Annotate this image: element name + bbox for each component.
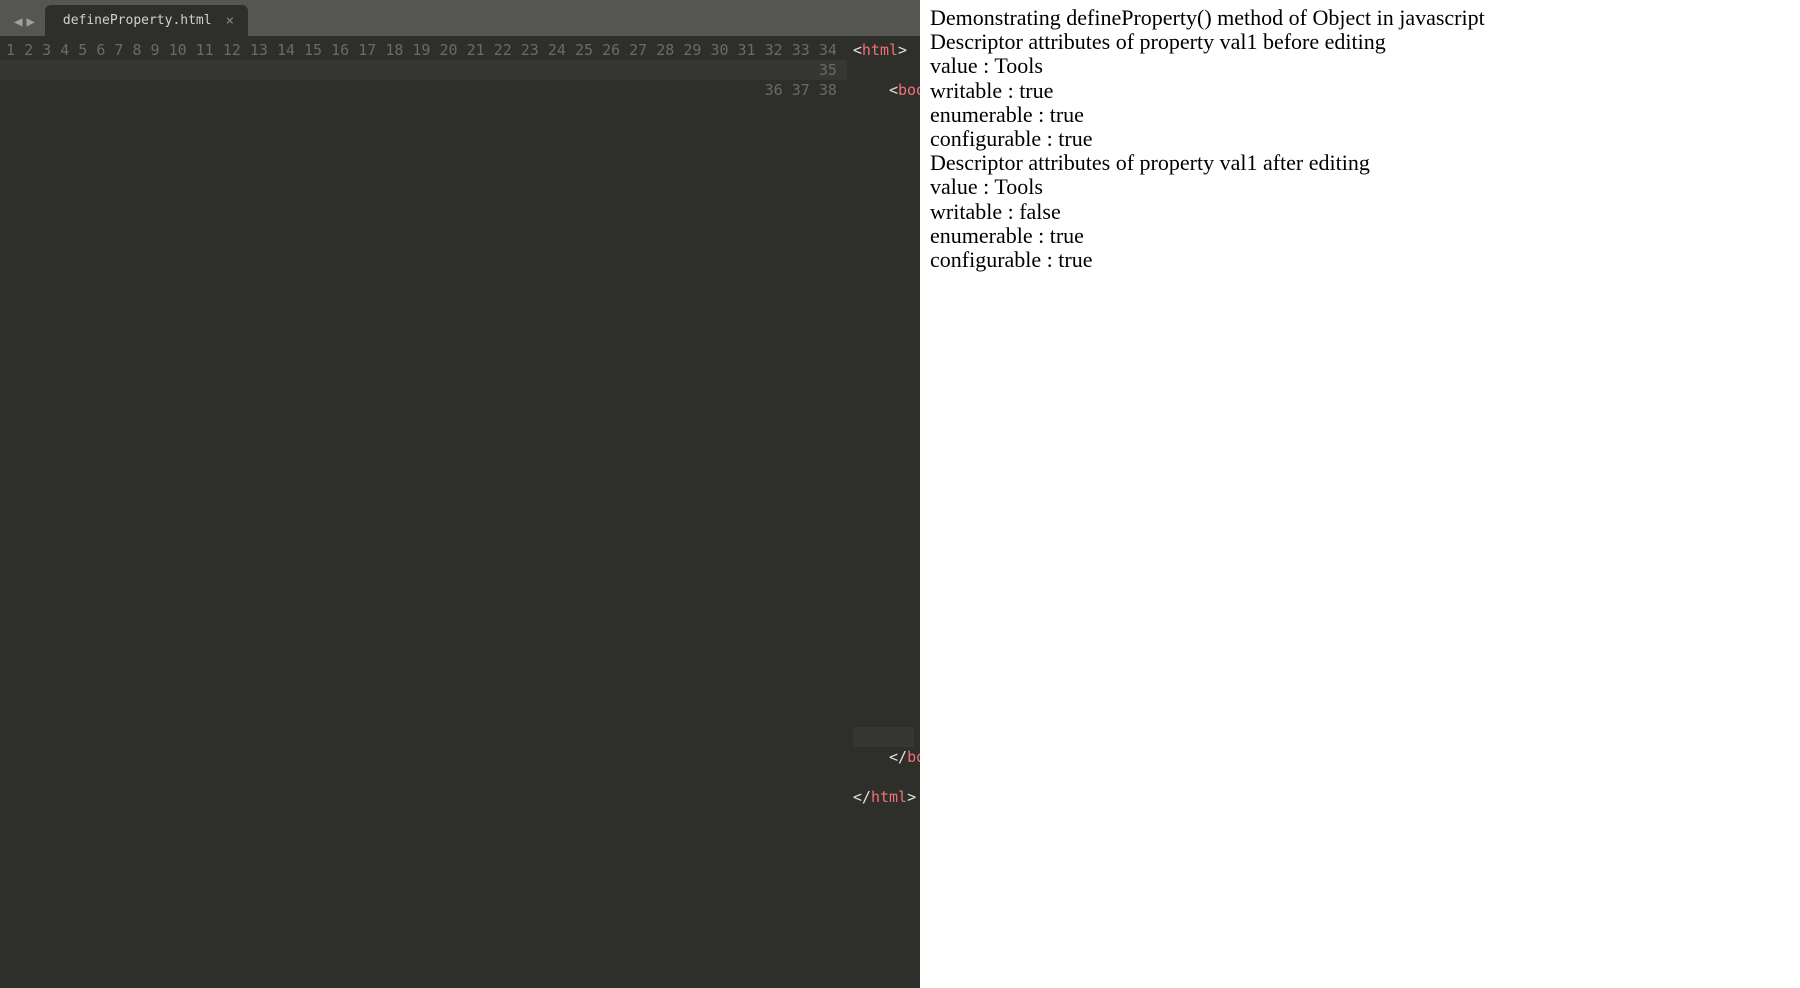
- line-number: 1: [6, 41, 15, 59]
- code-line: }: [853, 464, 914, 484]
- line-number: 31: [738, 41, 756, 59]
- line-number: 36: [765, 81, 783, 99]
- code-line: objectName.val2 = "QA";: [853, 181, 914, 201]
- line-number: 22: [494, 41, 512, 59]
- line-number: 3: [42, 41, 51, 59]
- line-number: 34: [819, 41, 837, 59]
- line-number: 24: [548, 41, 566, 59]
- code-line: <html>: [853, 40, 914, 60]
- code-line: for( index in descriptions): [853, 404, 914, 424]
- code-line: document.write("Descriptor attributes of…: [853, 606, 914, 626]
- line-number: 13: [250, 41, 268, 59]
- code-line: </body>: [853, 747, 914, 767]
- line-number: 19: [412, 41, 430, 59]
- code-line: }: [853, 303, 914, 323]
- line-number: 14: [277, 41, 295, 59]
- output-line: enumerable : true: [930, 224, 1790, 248]
- code-line: {: [853, 646, 914, 666]
- code-line: [853, 323, 914, 343]
- code-line: Demonstrating defineProperty() method of…: [853, 101, 914, 121]
- line-number: 28: [656, 41, 674, 59]
- code-line: document.write(index + " : " + descripti…: [853, 444, 914, 464]
- output-line: configurable : true: [930, 248, 1790, 272]
- output-line: configurable : true: [930, 127, 1790, 151]
- code-line: [853, 585, 914, 605]
- line-number: 33: [792, 41, 810, 59]
- code-line: [853, 545, 914, 565]
- code-line: }: [853, 686, 914, 706]
- line-number: 5: [78, 41, 87, 59]
- output-line: enumerable : true: [930, 103, 1790, 127]
- line-number: 26: [602, 41, 620, 59]
- line-number: 25: [575, 41, 593, 59]
- code-line: var objectName = new Object();: [853, 141, 914, 161]
- code-line: {: [853, 424, 914, 444]
- line-number: 10: [169, 41, 187, 59]
- line-number: 23: [521, 41, 539, 59]
- line-number: 4: [60, 41, 69, 59]
- output-line: Demonstrating defineProperty() method of…: [930, 6, 1790, 30]
- line-number: 20: [440, 41, 458, 59]
- line-number: 9: [151, 41, 160, 59]
- line-number: 6: [96, 41, 105, 59]
- line-number: 18: [385, 41, 403, 59]
- line-number: 37: [792, 81, 810, 99]
- line-gutter: 1 2 3 4 5 6 7 8 9 10 11 12 13 14 15 16 1…: [0, 36, 847, 988]
- code-line: [853, 222, 914, 242]
- code-line: return this.val1 + " " + this.val2 + " "…: [853, 282, 914, 302]
- output-line: value : Tools: [930, 175, 1790, 199]
- output-line: Descriptor attributes of property val1 b…: [930, 30, 1790, 54]
- code-line: </html>: [853, 787, 914, 807]
- code-editor-pane: ◀ ▶ defineProperty.html × 1 2 3 4 5 6 7 …: [0, 0, 920, 988]
- code-line: {: [853, 262, 914, 282]
- code-line: objectName.val1 = "Tools";: [853, 161, 914, 181]
- code-line: for( index in descriptions): [853, 626, 914, 646]
- line-number: 21: [467, 41, 485, 59]
- line-number: 27: [629, 41, 647, 59]
- code-line: <script type="text/javascript">: [853, 121, 914, 141]
- code-line: [853, 484, 914, 504]
- tab-bar: ◀ ▶ defineProperty.html ×: [0, 0, 920, 36]
- line-number: 11: [196, 41, 214, 59]
- line-number: 29: [683, 41, 701, 59]
- code-line: </script>: [853, 727, 914, 747]
- line-number: 15: [304, 41, 322, 59]
- code-line: var descriptions = Object.getOwnProperty…: [853, 565, 914, 585]
- line-number: 12: [223, 41, 241, 59]
- code-line: var descriptions = Object.getOwnProperty…: [853, 343, 914, 363]
- output-line: writable : false: [930, 200, 1790, 224]
- nav-prev-icon[interactable]: ◀: [12, 14, 24, 30]
- line-number: 8: [132, 41, 141, 59]
- close-icon[interactable]: ×: [226, 14, 234, 28]
- code-area[interactable]: <html> <body> Demonstrating defineProper…: [847, 36, 920, 988]
- code-line: [853, 767, 914, 787]
- code-line: <body>: [853, 80, 914, 100]
- line-number: 38: [819, 81, 837, 99]
- code-line: // Edit the property: [853, 505, 914, 525]
- line-number: 32: [765, 41, 783, 59]
- code-line: document.write(index + " : " + descripti…: [853, 666, 914, 686]
- line-number: 2: [24, 41, 33, 59]
- line-number: 7: [114, 41, 123, 59]
- code-line: [853, 363, 914, 383]
- output-line: value : Tools: [930, 54, 1790, 78]
- nav-next-icon[interactable]: ▶: [24, 14, 36, 30]
- output-line: writable : true: [930, 79, 1790, 103]
- file-tab[interactable]: defineProperty.html ×: [45, 5, 248, 36]
- output-line: Descriptor attributes of property val1 a…: [930, 151, 1790, 175]
- line-number: 35: [0, 60, 847, 80]
- line-number: 16: [331, 41, 349, 59]
- browser-output-pane: Demonstrating defineProperty() method of…: [920, 0, 1800, 988]
- code-line: document.write("Descriptor attributes of…: [853, 383, 914, 403]
- line-number: 17: [358, 41, 376, 59]
- line-number: 30: [710, 41, 728, 59]
- tab-filename: defineProperty.html: [63, 13, 212, 28]
- code-body: 1 2 3 4 5 6 7 8 9 10 11 12 13 14 15 16 1…: [0, 36, 920, 988]
- code-line: objectName["val3"] = "Tutorials";: [853, 202, 914, 222]
- tab-nav-arrows: ◀ ▶: [8, 14, 45, 36]
- code-line: Object.defineProperty(objectName,'val1',…: [853, 525, 914, 545]
- code-line: objectName.getData = function(): [853, 242, 914, 262]
- code-line: [853, 60, 914, 80]
- code-line: [853, 707, 914, 727]
